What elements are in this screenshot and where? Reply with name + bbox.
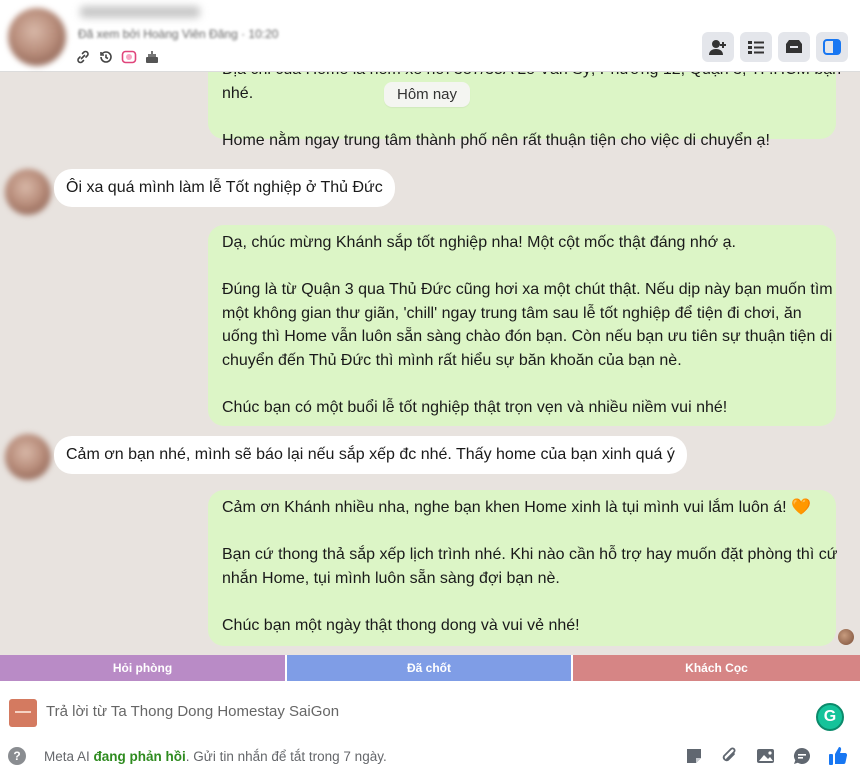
- header-actions: [702, 32, 848, 62]
- reply-composer[interactable]: Trả lời từ Ta Thong Dong Homestay SaiGon…: [0, 681, 860, 741]
- sticker-icon[interactable]: [682, 744, 706, 768]
- saved-reply-icon[interactable]: [790, 744, 814, 768]
- label-hoi-phong[interactable]: Hỏi phòng: [0, 655, 285, 681]
- meta-ai-notice: Meta AI đang phản hồi. Gửi tin nhắn để t…: [44, 749, 387, 764]
- birthday-cake-icon[interactable]: [143, 48, 160, 65]
- help-icon[interactable]: ?: [8, 747, 26, 765]
- message-line: Chúc bạn một ngày thật thong dong và vui…: [222, 616, 580, 634]
- message-thread[interactable]: Địa chỉ của Home là hẻm xe hơi 387/35A L…: [0, 72, 860, 654]
- contact-avatar[interactable]: [5, 169, 51, 215]
- reply-as-text[interactable]: Trả lời từ Ta Thong Dong Homestay SaiGon: [46, 703, 339, 720]
- seen-status: Đã xem bởi Hoàng Viên Đăng · 10:20: [78, 27, 279, 41]
- message-line: [222, 372, 822, 396]
- message-line: một không gian thư giãn, 'chill' ngay tr…: [222, 304, 802, 322]
- message-line: [222, 255, 822, 279]
- message-line: Bạn cứ thong thả sắp xếp lịch trình nhé.…: [222, 546, 838, 563]
- meta-ai-status[interactable]: đang phản hồi: [94, 749, 186, 764]
- date-divider: Hôm nay: [384, 82, 471, 107]
- outgoing-message[interactable]: Cảm ơn Khánh nhiều nha, nghe bạn khen Ho…: [208, 490, 838, 646]
- history-icon[interactable]: [97, 48, 114, 65]
- composer-tools: [682, 744, 850, 768]
- page-logo: [9, 699, 37, 727]
- composer-footer: ? Meta AI đang phản hồi. Gửi tin nhắn để…: [0, 741, 860, 774]
- photo-icon[interactable]: [754, 744, 778, 768]
- add-person-button[interactable]: [702, 32, 734, 62]
- header-tools: [74, 48, 160, 65]
- list-icon: [748, 41, 764, 54]
- meta-ai-label: Meta AI: [44, 749, 90, 764]
- message-line: [222, 590, 822, 614]
- message-line: Home nằm ngay trung tâm thành phố nên rấ…: [222, 131, 770, 149]
- message-line: Đúng là từ Quận 3 qua Thủ Đức cũng hơi x…: [222, 281, 833, 298]
- outgoing-message[interactable]: Dạ, chúc mừng Khánh sắp tốt nghiệp nha! …: [208, 225, 836, 426]
- message-line: nhé.: [222, 84, 254, 102]
- message-line: chuyển đến Thủ Đức thì mình rất hiểu sự …: [222, 351, 682, 369]
- add-person-icon: [709, 40, 726, 55]
- inbox-icon: [786, 40, 802, 53]
- outgoing-message[interactable]: Địa chỉ của Home là hẻm xe hơi 387/35A L…: [208, 72, 841, 149]
- message-line: Dạ, chúc mừng Khánh sắp tốt nghiệp nha! …: [222, 234, 736, 251]
- incoming-message[interactable]: Cảm ơn bạn nhé, mình sẽ báo lại nếu sắp …: [54, 436, 687, 474]
- incoming-message[interactable]: Ôi xa quá mình làm lễ Tốt nghiệp ở Thủ Đ…: [54, 169, 395, 207]
- message-line: uống thì Home vẫn luôn sẵn sàng chào đón…: [222, 328, 833, 345]
- panel-icon: [823, 39, 841, 55]
- message-line: Cảm ơn Khánh nhiều nha, nghe bạn khen Ho…: [222, 499, 811, 516]
- label-khach-coc[interactable]: Khách Cọc: [573, 655, 860, 681]
- attachment-icon[interactable]: [718, 744, 742, 768]
- message-line: nhắn Home, tụi mình luôn sẵn sàng đợi bạ…: [222, 569, 560, 587]
- seen-avatar: [838, 629, 854, 645]
- like-icon[interactable]: [826, 744, 850, 768]
- message-line: Địa chỉ của Home là hẻm xe hơi 387/35A L…: [222, 72, 841, 82]
- details-list-button[interactable]: [740, 32, 772, 62]
- message-line: [222, 105, 822, 129]
- label-bar: Hỏi phòng Đã chốt Khách Cọc: [0, 655, 860, 681]
- message-line: [222, 520, 822, 544]
- conversation-header: Đã xem bởi Hoàng Viên Đăng · 10:20: [0, 0, 860, 72]
- message-line: Chúc bạn có một buổi lễ tốt nghiệp thật …: [222, 398, 728, 416]
- contact-avatar[interactable]: [8, 8, 66, 66]
- contact-avatar[interactable]: [5, 434, 51, 480]
- contact-name[interactable]: [80, 6, 200, 18]
- sticker-icon[interactable]: [120, 48, 137, 65]
- meta-ai-suffix: . Gửi tin nhắn để tắt trong 7 ngày.: [185, 749, 387, 764]
- toggle-panel-button[interactable]: [816, 32, 848, 62]
- link-icon[interactable]: [74, 48, 91, 65]
- grammarly-icon[interactable]: G: [816, 703, 844, 731]
- label-da-chot[interactable]: Đã chốt: [287, 655, 571, 681]
- move-to-inbox-button[interactable]: [778, 32, 810, 62]
